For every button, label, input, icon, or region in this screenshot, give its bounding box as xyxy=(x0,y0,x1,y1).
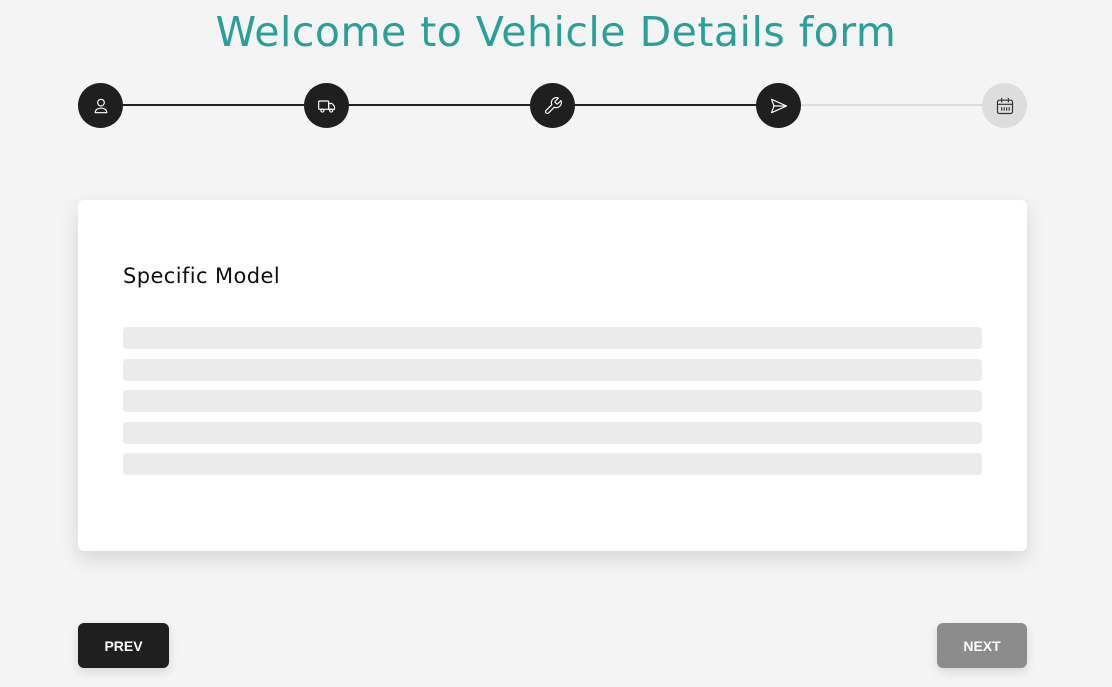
progress-stepper xyxy=(78,83,1027,128)
loading-placeholder-row xyxy=(123,327,982,349)
loading-placeholder-row xyxy=(123,358,982,381)
step-submit[interactable] xyxy=(756,83,801,128)
form-card: Specific Model xyxy=(78,200,1027,551)
step-schedule[interactable] xyxy=(982,83,1027,128)
step-connector-4 xyxy=(801,104,982,106)
step-connector-3 xyxy=(575,104,756,106)
calendar-icon xyxy=(996,97,1013,114)
step-service[interactable] xyxy=(530,83,575,128)
loading-placeholder-row xyxy=(123,421,982,444)
wrench-icon xyxy=(544,96,562,114)
card-title: Specific Model xyxy=(123,264,281,288)
page-title: Welcome to Vehicle Details form xyxy=(215,8,897,56)
loading-placeholder-row xyxy=(123,390,982,412)
loading-placeholder-row xyxy=(123,453,982,475)
model-options-loading xyxy=(123,327,982,485)
step-personal[interactable] xyxy=(78,83,123,128)
prev-button[interactable]: PREV xyxy=(78,623,169,668)
user-icon xyxy=(94,98,107,113)
step-connector-1 xyxy=(123,104,304,106)
vehicle-details-page: Welcome to Vehicle Details form Specific… xyxy=(0,0,1112,687)
truck-icon xyxy=(317,99,335,113)
step-vehicle[interactable] xyxy=(304,83,349,128)
step-connector-2 xyxy=(349,104,530,106)
send-icon xyxy=(770,98,787,113)
next-button[interactable]: NEXT xyxy=(937,623,1027,668)
